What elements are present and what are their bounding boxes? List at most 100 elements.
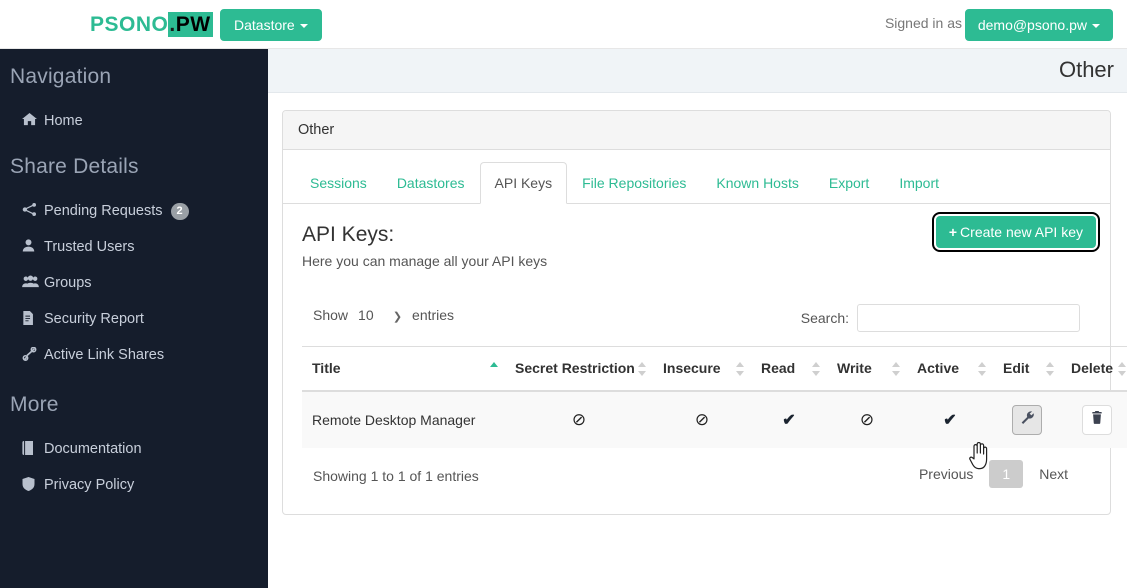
share-icon <box>22 203 44 219</box>
sidebar-item-privacy-policy-label: Privacy Policy <box>44 477 134 493</box>
tab-sessions[interactable]: Sessions <box>295 162 382 204</box>
check-icon: ✔ <box>943 412 956 429</box>
tab-bar: Sessions Datastores API Keys File Reposi… <box>283 150 1110 204</box>
sort-icon <box>1118 361 1127 377</box>
home-icon <box>22 113 44 129</box>
sidebar-item-privacy-policy[interactable]: Privacy Policy <box>0 467 268 503</box>
column-header-edit[interactable]: Edit <box>993 347 1061 392</box>
create-new-api-key-label: Create new API key <box>960 224 1083 240</box>
column-header-read[interactable]: Read <box>751 347 827 392</box>
column-header-delete[interactable]: Delete <box>1061 347 1127 392</box>
column-header-insecure-label: Insecure <box>663 360 721 376</box>
panel-heading: Other <box>283 111 1110 150</box>
book-icon <box>22 441 44 458</box>
sidebar-item-security-report-label: Security Report <box>44 311 144 327</box>
tab-known-hosts[interactable]: Known Hosts <box>701 162 813 204</box>
column-header-secret-restriction[interactable]: Secret Restriction <box>505 347 653 392</box>
table-header: Title Secret Restriction Insecure <box>302 347 1127 392</box>
entries-length-label: Show 10 25 50 100 ❯ entries <box>313 304 454 326</box>
sidebar-item-documentation-label: Documentation <box>44 441 142 457</box>
sort-icon <box>1046 361 1055 377</box>
ban-icon: ⊘ <box>860 410 874 429</box>
cell-active: ✔ <box>907 391 993 448</box>
report-icon <box>22 311 44 328</box>
sidebar-item-security-report[interactable]: Security Report <box>0 301 268 337</box>
other-panel: Other Sessions Datastores API Keys File … <box>282 110 1111 515</box>
sort-icon <box>812 361 821 377</box>
api-keys-tab-panel: API Keys: Here you can manage all your A… <box>283 204 1110 514</box>
show-label: Show <box>313 307 348 323</box>
table-info-text: Showing 1 to 1 of 1 entries <box>313 468 479 484</box>
column-header-secret-restriction-label: Secret Restriction <box>515 360 635 376</box>
chevron-down-icon <box>1092 24 1100 28</box>
main-content: Other Other Sessions Datastores API Keys… <box>268 49 1127 588</box>
sidebar-item-active-link-shares[interactable]: Active Link Shares <box>0 337 268 373</box>
sidebar-section-more: More <box>0 373 268 417</box>
search-label: Search: <box>801 310 849 326</box>
column-header-edit-label: Edit <box>1003 360 1029 376</box>
cell-delete <box>1061 391 1127 448</box>
sidebar-item-pending-requests[interactable]: Pending Requests 2 <box>0 193 268 229</box>
sidebar-item-active-link-shares-label: Active Link Shares <box>44 347 164 363</box>
sidebar-item-groups[interactable]: Groups <box>0 265 268 301</box>
sidebar-item-pending-requests-label: Pending Requests <box>44 203 163 219</box>
link-icon <box>22 347 44 364</box>
sidebar: Navigation Home Share Details Pending Re… <box>0 49 268 588</box>
pagination: Previous 1 Next <box>907 460 1080 488</box>
pagination-next-button[interactable]: Next <box>1027 460 1080 488</box>
shield-icon <box>22 477 44 494</box>
sidebar-section-share-details: Share Details <box>0 139 268 179</box>
tab-datastores[interactable]: Datastores <box>382 162 480 204</box>
tab-import[interactable]: Import <box>884 162 954 204</box>
panel-body: Sessions Datastores API Keys File Reposi… <box>283 150 1110 514</box>
cell-read: ✔ <box>751 391 827 448</box>
api-keys-table: Title Secret Restriction Insecure <box>302 346 1127 448</box>
datatable-controls: Show 10 25 50 100 ❯ entries <box>302 304 1091 338</box>
user-menu-button[interactable]: demo@psono.pw <box>965 9 1113 41</box>
entries-length-control: Show 10 25 50 100 ❯ entries <box>313 304 454 326</box>
column-header-active[interactable]: Active <box>907 347 993 392</box>
sidebar-item-documentation[interactable]: Documentation <box>0 431 268 467</box>
tab-export[interactable]: Export <box>814 162 884 204</box>
column-header-write[interactable]: Write <box>827 347 907 392</box>
cell-secret-restriction: ⊘ <box>505 391 653 448</box>
user-icon <box>22 239 44 255</box>
cell-title: Remote Desktop Manager <box>302 391 505 448</box>
logo-dot-text: . <box>168 12 175 37</box>
sidebar-item-groups-label: Groups <box>44 275 92 291</box>
sort-icon <box>736 361 745 377</box>
edit-api-key-button[interactable] <box>1012 405 1042 435</box>
sidebar-item-home[interactable]: Home <box>0 103 268 139</box>
sidebar-section-navigation: Navigation <box>0 49 268 89</box>
entries-per-page-select[interactable]: 10 25 50 100 <box>352 304 408 326</box>
page-header: Other <box>268 49 1127 93</box>
cell-insecure: ⊘ <box>653 391 751 448</box>
delete-api-key-button[interactable] <box>1082 405 1112 435</box>
sidebar-item-home-label: Home <box>44 113 83 129</box>
chevron-down-icon <box>300 24 308 28</box>
tab-api-keys[interactable]: API Keys <box>480 162 568 204</box>
tab-file-repositories[interactable]: File Repositories <box>567 162 701 204</box>
pending-requests-badge: 2 <box>171 203 189 220</box>
cell-write: ⊘ <box>827 391 907 448</box>
pagination-page-1-button[interactable]: 1 <box>989 460 1023 488</box>
pagination-previous-button[interactable]: Previous <box>907 460 985 488</box>
users-icon <box>22 275 44 291</box>
sidebar-item-trusted-users[interactable]: Trusted Users <box>0 229 268 265</box>
column-header-insecure[interactable]: Insecure <box>653 347 751 392</box>
ban-icon: ⊘ <box>695 410 709 429</box>
search-input[interactable] <box>857 304 1080 332</box>
datastore-dropdown-button[interactable]: Datastore <box>220 9 322 41</box>
check-icon: ✔ <box>782 412 795 429</box>
api-keys-subheading: Here you can manage all your API keys <box>302 252 1091 270</box>
column-header-title-label: Title <box>312 360 341 376</box>
sort-icon <box>892 361 901 377</box>
column-header-active-label: Active <box>917 360 959 376</box>
column-header-read-label: Read <box>761 360 795 376</box>
wrench-icon <box>1021 412 1034 427</box>
app-logo[interactable]: PSONO.PW <box>90 12 213 38</box>
create-new-api-key-button[interactable]: +Create new API key <box>936 216 1096 248</box>
column-header-write-label: Write <box>837 360 872 376</box>
column-header-title[interactable]: Title <box>302 347 505 392</box>
datatable-footer: Showing 1 to 1 of 1 entries Previous 1 N… <box>302 458 1091 500</box>
